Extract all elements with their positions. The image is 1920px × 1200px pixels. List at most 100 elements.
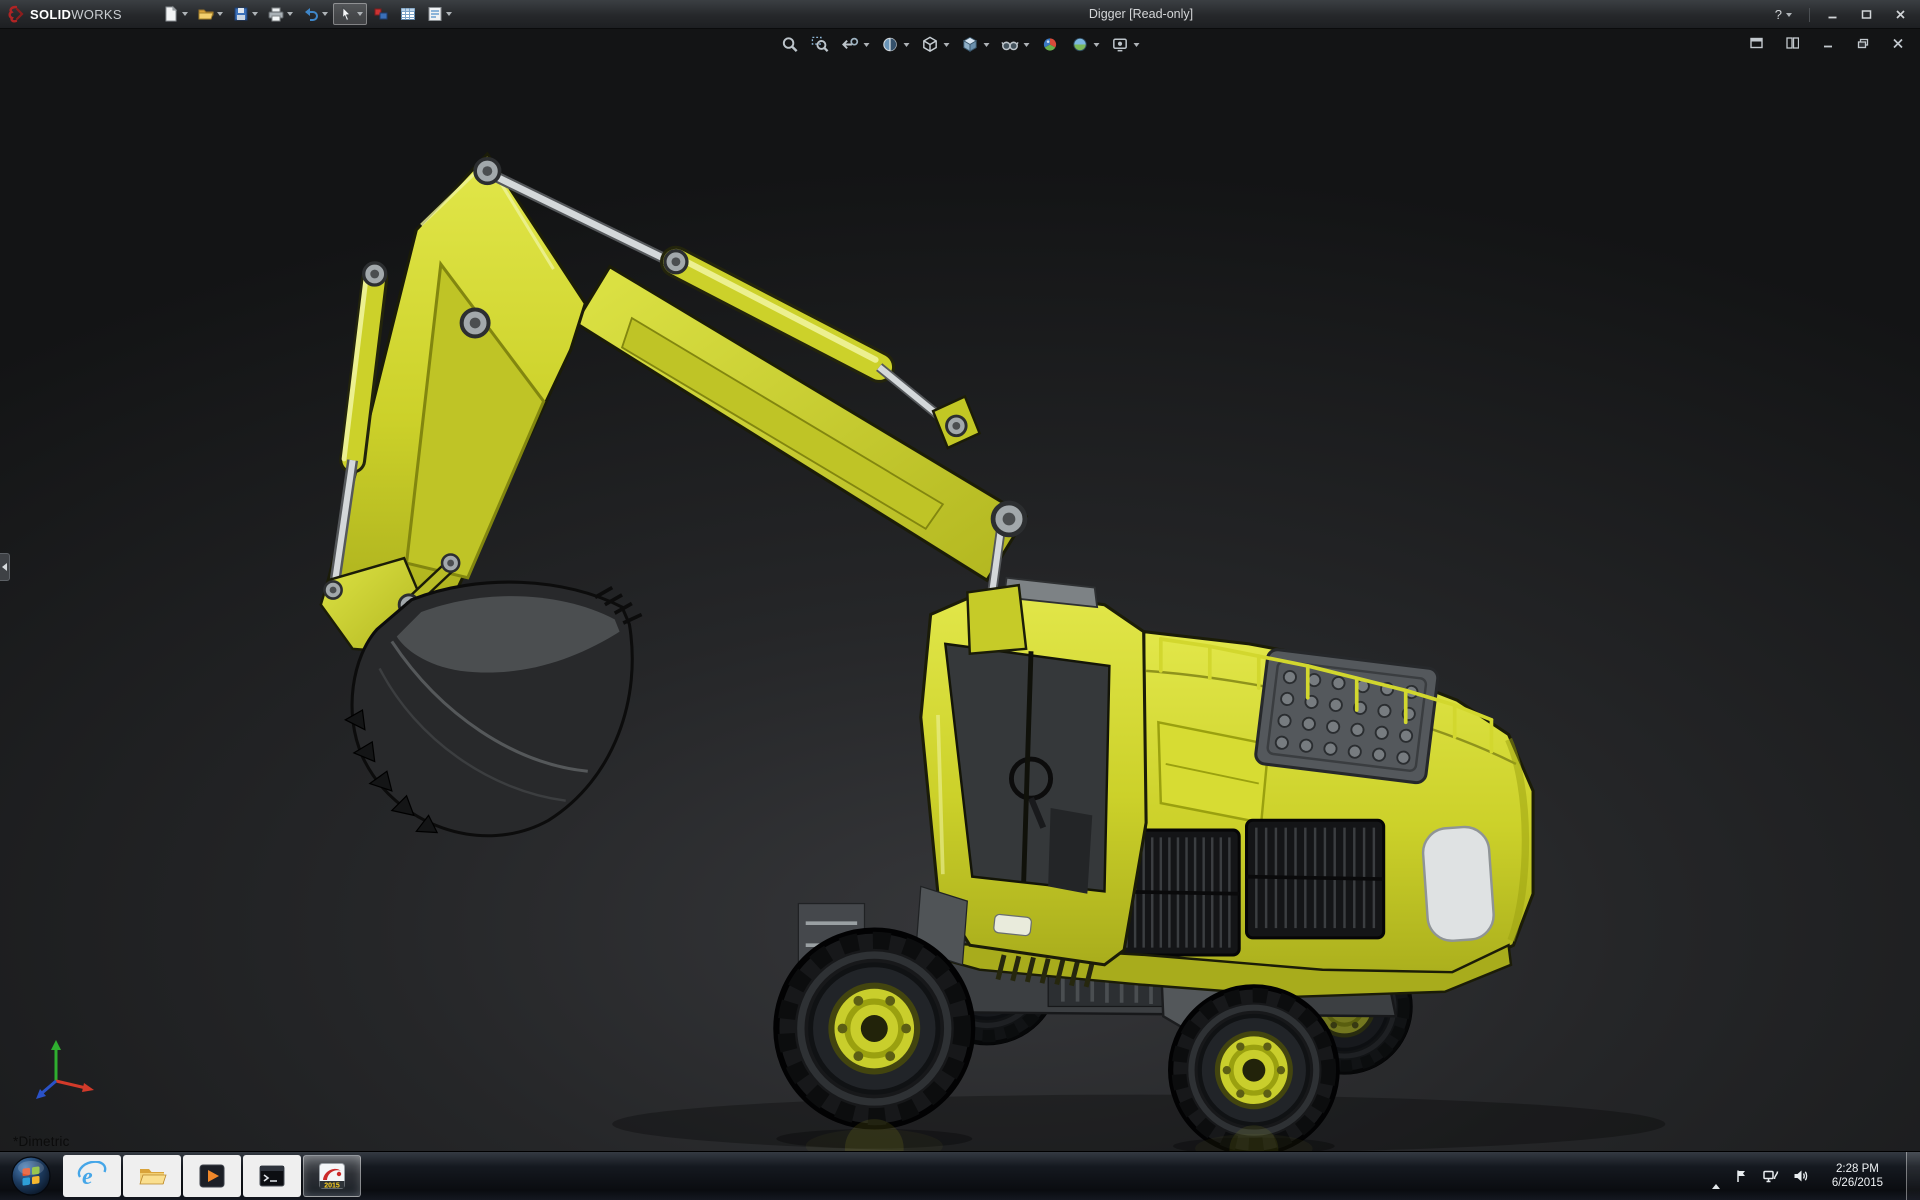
- maximize-button[interactable]: [1855, 8, 1878, 21]
- chevron-up-icon: [1712, 1169, 1720, 1189]
- chevron-down-icon: [1024, 43, 1030, 47]
- edit-appearance-button[interactable]: [1039, 34, 1062, 55]
- headlight: [993, 914, 1031, 936]
- tile-windows-button[interactable]: [1780, 36, 1805, 50]
- taskbar-clock[interactable]: 2:28 PM 6/26/2015: [1826, 1161, 1889, 1191]
- chevron-down-icon: [1786, 13, 1792, 17]
- taskbar-app-media-player[interactable]: [183, 1155, 241, 1197]
- view-orientation-button[interactable]: [919, 34, 952, 55]
- reference-triad: [22, 1029, 102, 1109]
- triad-axes-icon: [22, 1029, 102, 1109]
- chevron-down-icon: [182, 12, 188, 16]
- taskbar-app-solidworks-2015[interactable]: 2015: [303, 1155, 361, 1197]
- help-glyph: ?: [1775, 8, 1782, 21]
- folder-icon: [137, 1161, 167, 1191]
- brand-suffix: WORKS: [71, 7, 122, 22]
- excavator-model[interactable]: [0, 29, 1920, 1151]
- taskbar-app-command-prompt[interactable]: [243, 1155, 301, 1197]
- doc-minimize-icon: [1822, 38, 1834, 49]
- close-button[interactable]: [1889, 8, 1912, 21]
- chevron-down-icon: [446, 12, 452, 16]
- chevron-down-icon: [322, 12, 328, 16]
- display-style-button[interactable]: [959, 34, 992, 55]
- chevron-down-icon: [944, 43, 950, 47]
- tray-show-hidden-icons-button[interactable]: [1712, 1169, 1720, 1184]
- save-button[interactable]: [228, 3, 262, 25]
- hide-show-items-button[interactable]: [999, 34, 1032, 55]
- solidworks-logo-icon: [7, 5, 25, 23]
- zoom-to-area-button[interactable]: [809, 34, 832, 55]
- tray-action-center-button[interactable]: [1733, 1168, 1749, 1184]
- tray-volume-button[interactable]: [1792, 1168, 1809, 1184]
- desktop-screen: SOLIDWORKS: [0, 0, 1920, 1200]
- pivot-link-a: [324, 581, 341, 598]
- chevron-down-icon: [252, 12, 258, 16]
- orientation-cube-icon: [921, 35, 940, 54]
- window-controls: ?: [1769, 0, 1912, 29]
- start-button[interactable]: [0, 1152, 62, 1200]
- open-folder-icon: [197, 5, 215, 23]
- select-button[interactable]: [333, 3, 367, 25]
- previous-view-button[interactable]: [839, 34, 872, 55]
- brand-text: SOLIDWORKS: [30, 7, 122, 22]
- feature-panel-collapse-tab[interactable]: [0, 553, 10, 581]
- scene-ball-icon: [1071, 35, 1090, 54]
- pivot-left-cylinder: [364, 263, 386, 285]
- properties-form-icon: [426, 5, 444, 23]
- svg-text:2015: 2015: [324, 1183, 340, 1190]
- taskbar-app-internet-explorer[interactable]: e: [63, 1155, 121, 1197]
- save-floppy-icon: [232, 5, 250, 23]
- operator-cab: [916, 578, 1146, 965]
- open-button[interactable]: [193, 3, 227, 25]
- view-orientation-label: *Dimetric: [13, 1134, 70, 1149]
- chevron-down-icon: [904, 43, 910, 47]
- zoom-area-icon: [811, 35, 830, 54]
- new-button[interactable]: [158, 3, 192, 25]
- tray-network-button[interactable]: [1762, 1168, 1779, 1184]
- app-titlebar: SOLIDWORKS: [0, 0, 1920, 29]
- network-icon: [1762, 1168, 1779, 1184]
- new-document-icon: [162, 5, 180, 23]
- section-view-icon: [881, 35, 900, 54]
- doc-restore-button[interactable]: [1851, 37, 1875, 50]
- pivot-cylinder-end: [947, 416, 967, 436]
- chevron-down-icon: [1094, 43, 1100, 47]
- chevron-left-icon: [2, 563, 7, 571]
- engine-hatch: [1255, 649, 1439, 784]
- printer-icon: [267, 5, 285, 23]
- design-table-button[interactable]: [395, 3, 421, 25]
- document-window-controls: [1744, 36, 1910, 50]
- document-properties-button[interactable]: [422, 3, 456, 25]
- display-style-icon: [961, 35, 980, 54]
- undo-arrow-icon: [302, 5, 320, 23]
- print-button[interactable]: [263, 3, 297, 25]
- minimize-button[interactable]: [1821, 8, 1844, 21]
- new-window-icon: [1750, 37, 1763, 49]
- minimize-icon: [1827, 9, 1838, 20]
- taskbar-app-windows-explorer[interactable]: [123, 1155, 181, 1197]
- brand-prefix: SOLID: [30, 7, 71, 22]
- doc-minimize-button[interactable]: [1816, 37, 1840, 50]
- show-desktop-button[interactable]: [1906, 1152, 1920, 1200]
- chevron-down-icon: [287, 12, 293, 16]
- flag-icon: [1733, 1168, 1749, 1184]
- pivot-boom-joint: [462, 310, 489, 337]
- doc-close-button[interactable]: [1886, 37, 1910, 50]
- doc-close-icon: [1892, 38, 1904, 49]
- apply-scene-button[interactable]: [1069, 34, 1102, 55]
- undo-button[interactable]: [298, 3, 332, 25]
- chevron-down-icon: [1134, 43, 1140, 47]
- help-button[interactable]: ?: [1769, 7, 1798, 22]
- view-settings-icon: [1111, 35, 1130, 54]
- pivot-apex: [475, 159, 499, 183]
- appearance-ball-icon: [1041, 35, 1060, 54]
- new-window-button[interactable]: [1744, 36, 1769, 50]
- chevron-down-icon: [984, 43, 990, 47]
- zoom-to-fit-button[interactable]: [779, 34, 802, 55]
- rear-window: [1421, 825, 1495, 942]
- section-view-button[interactable]: [879, 34, 912, 55]
- component-button[interactable]: [368, 3, 394, 25]
- wheel-front: [776, 931, 972, 1127]
- view-settings-button[interactable]: [1109, 34, 1142, 55]
- pivot-cylinder-top: [665, 251, 687, 273]
